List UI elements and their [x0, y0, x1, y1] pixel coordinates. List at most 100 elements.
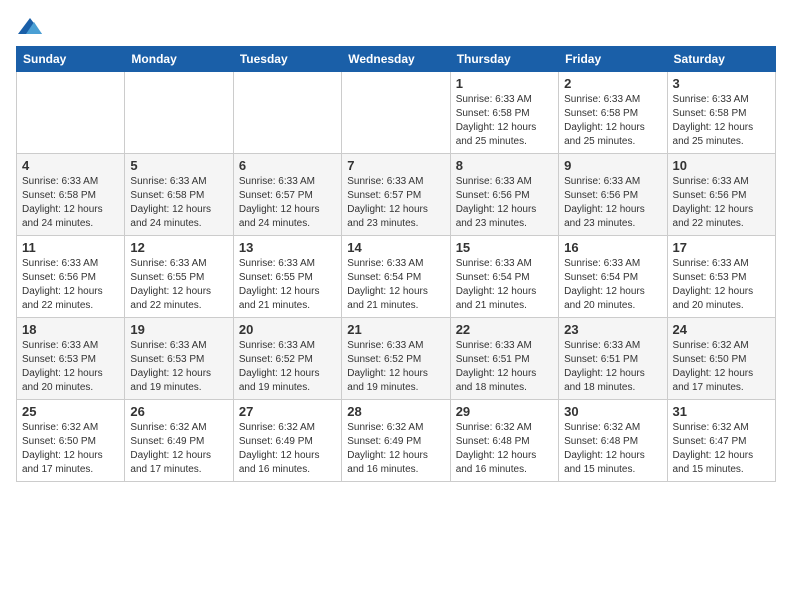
day-number: 27 [239, 404, 336, 419]
calendar-week-row: 18 Sunrise: 6:33 AM Sunset: 6:53 PM Dayli… [17, 318, 776, 400]
calendar-cell: 15 Sunrise: 6:33 AM Sunset: 6:54 PM Dayli… [450, 236, 558, 318]
day-info: Sunrise: 6:32 AM Sunset: 6:50 PM Dayligh… [673, 339, 770, 395]
day-info: Sunrise: 6:33 AM Sunset: 6:56 PM Dayligh… [564, 175, 661, 231]
day-number: 21 [347, 322, 444, 337]
day-number: 6 [239, 158, 336, 173]
day-number: 12 [130, 240, 227, 255]
day-number: 23 [564, 322, 661, 337]
calendar-cell: 24 Sunrise: 6:32 AM Sunset: 6:50 PM Dayli… [667, 318, 775, 400]
calendar-cell: 22 Sunrise: 6:33 AM Sunset: 6:51 PM Dayli… [450, 318, 558, 400]
day-info: Sunrise: 6:33 AM Sunset: 6:54 PM Dayligh… [456, 257, 553, 313]
day-info: Sunrise: 6:33 AM Sunset: 6:56 PM Dayligh… [673, 175, 770, 231]
day-info: Sunrise: 6:33 AM Sunset: 6:52 PM Dayligh… [347, 339, 444, 395]
day-number: 25 [22, 404, 119, 419]
calendar-day-header: Tuesday [233, 47, 341, 72]
day-info: Sunrise: 6:32 AM Sunset: 6:49 PM Dayligh… [239, 421, 336, 477]
calendar-cell [17, 72, 125, 154]
day-info: Sunrise: 6:32 AM Sunset: 6:50 PM Dayligh… [22, 421, 119, 477]
calendar-cell [233, 72, 341, 154]
day-number: 29 [456, 404, 553, 419]
day-info: Sunrise: 6:33 AM Sunset: 6:53 PM Dayligh… [673, 257, 770, 313]
calendar-cell: 20 Sunrise: 6:33 AM Sunset: 6:52 PM Dayli… [233, 318, 341, 400]
calendar-cell: 11 Sunrise: 6:33 AM Sunset: 6:56 PM Dayli… [17, 236, 125, 318]
calendar-day-header: Saturday [667, 47, 775, 72]
calendar-cell: 9 Sunrise: 6:33 AM Sunset: 6:56 PM Daylig… [559, 154, 667, 236]
day-info: Sunrise: 6:33 AM Sunset: 6:54 PM Dayligh… [564, 257, 661, 313]
calendar-cell: 13Sunrise: 6:33 AM Sunset: 6:55 PM Dayli… [233, 236, 341, 318]
calendar-cell: 25 Sunrise: 6:32 AM Sunset: 6:50 PM Dayli… [17, 400, 125, 482]
calendar-cell: 17 Sunrise: 6:33 AM Sunset: 6:53 PM Dayli… [667, 236, 775, 318]
calendar-cell: 4 Sunrise: 6:33 AM Sunset: 6:58 PM Daylig… [17, 154, 125, 236]
day-number: 26 [130, 404, 227, 419]
day-info: Sunrise: 6:33 AM Sunset: 6:58 PM Dayligh… [673, 93, 770, 149]
day-number: 4 [22, 158, 119, 173]
day-number: 28 [347, 404, 444, 419]
day-number: 11 [22, 240, 119, 255]
calendar-day-header: Wednesday [342, 47, 450, 72]
calendar-cell: 31Sunrise: 6:32 AM Sunset: 6:47 PM Dayli… [667, 400, 775, 482]
calendar-cell: 18 Sunrise: 6:33 AM Sunset: 6:53 PM Dayli… [17, 318, 125, 400]
calendar-cell: 27 Sunrise: 6:32 AM Sunset: 6:49 PM Dayli… [233, 400, 341, 482]
calendar-cell: 28 Sunrise: 6:32 AM Sunset: 6:49 PM Dayli… [342, 400, 450, 482]
day-number: 16 [564, 240, 661, 255]
calendar-cell: 2 Sunrise: 6:33 AM Sunset: 6:58 PM Daylig… [559, 72, 667, 154]
calendar-cell: 16 Sunrise: 6:33 AM Sunset: 6:54 PM Dayli… [559, 236, 667, 318]
day-info: Sunrise: 6:33 AM Sunset: 6:53 PM Dayligh… [22, 339, 119, 395]
day-number: 24 [673, 322, 770, 337]
day-info: Sunrise: 6:33 AM Sunset: 6:52 PM Dayligh… [239, 339, 336, 395]
day-info: Sunrise: 6:32 AM Sunset: 6:49 PM Dayligh… [347, 421, 444, 477]
day-number: 9 [564, 158, 661, 173]
day-info: Sunrise: 6:32 AM Sunset: 6:49 PM Dayligh… [130, 421, 227, 477]
day-number: 13 [239, 240, 336, 255]
calendar-day-header: Friday [559, 47, 667, 72]
day-number: 22 [456, 322, 553, 337]
calendar-day-header: Monday [125, 47, 233, 72]
calendar-week-row: 25 Sunrise: 6:32 AM Sunset: 6:50 PM Dayli… [17, 400, 776, 482]
calendar-cell: 10 Sunrise: 6:33 AM Sunset: 6:56 PM Dayli… [667, 154, 775, 236]
day-number: 1 [456, 76, 553, 91]
day-number: 18 [22, 322, 119, 337]
calendar-cell [125, 72, 233, 154]
calendar-cell: 3Sunrise: 6:33 AM Sunset: 6:58 PM Daylig… [667, 72, 775, 154]
calendar-cell: 6 Sunrise: 6:33 AM Sunset: 6:57 PM Daylig… [233, 154, 341, 236]
calendar-cell [342, 72, 450, 154]
day-info: Sunrise: 6:33 AM Sunset: 6:56 PM Dayligh… [22, 257, 119, 313]
logo-icon [16, 16, 44, 38]
day-number: 10 [673, 158, 770, 173]
calendar-cell: 7 Sunrise: 6:33 AM Sunset: 6:57 PM Daylig… [342, 154, 450, 236]
day-number: 31 [673, 404, 770, 419]
day-info: Sunrise: 6:33 AM Sunset: 6:51 PM Dayligh… [564, 339, 661, 395]
day-number: 2 [564, 76, 661, 91]
calendar-week-row: 1 Sunrise: 6:33 AM Sunset: 6:58 PM Daylig… [17, 72, 776, 154]
day-info: Sunrise: 6:32 AM Sunset: 6:48 PM Dayligh… [564, 421, 661, 477]
day-info: Sunrise: 6:33 AM Sunset: 6:55 PM Dayligh… [130, 257, 227, 313]
day-info: Sunrise: 6:33 AM Sunset: 6:56 PM Dayligh… [456, 175, 553, 231]
day-number: 20 [239, 322, 336, 337]
day-number: 14 [347, 240, 444, 255]
day-info: Sunrise: 6:33 AM Sunset: 6:57 PM Dayligh… [347, 175, 444, 231]
day-number: 7 [347, 158, 444, 173]
day-number: 15 [456, 240, 553, 255]
day-info: Sunrise: 6:32 AM Sunset: 6:48 PM Dayligh… [456, 421, 553, 477]
day-info: Sunrise: 6:33 AM Sunset: 6:53 PM Dayligh… [130, 339, 227, 395]
day-info: Sunrise: 6:33 AM Sunset: 6:57 PM Dayligh… [239, 175, 336, 231]
calendar-cell: 21 Sunrise: 6:33 AM Sunset: 6:52 PM Dayli… [342, 318, 450, 400]
calendar-week-row: 4 Sunrise: 6:33 AM Sunset: 6:58 PM Daylig… [17, 154, 776, 236]
day-number: 19 [130, 322, 227, 337]
day-number: 17 [673, 240, 770, 255]
day-info: Sunrise: 6:33 AM Sunset: 6:58 PM Dayligh… [22, 175, 119, 231]
day-info: Sunrise: 6:33 AM Sunset: 6:54 PM Dayligh… [347, 257, 444, 313]
logo [16, 16, 48, 38]
calendar-table: SundayMondayTuesdayWednesdayThursdayFrid… [16, 46, 776, 482]
day-info: Sunrise: 6:33 AM Sunset: 6:58 PM Dayligh… [130, 175, 227, 231]
calendar-cell: 1Sunrise: 6:33 AM Sunset: 6:58 PM Daylig… [450, 72, 558, 154]
calendar-cell: 29 Sunrise: 6:32 AM Sunset: 6:48 PM Dayli… [450, 400, 558, 482]
calendar-cell: 5Sunrise: 6:33 AM Sunset: 6:58 PM Daylig… [125, 154, 233, 236]
calendar-cell: 12 Sunrise: 6:33 AM Sunset: 6:55 PM Dayli… [125, 236, 233, 318]
calendar-day-header: Thursday [450, 47, 558, 72]
calendar-cell: 26 Sunrise: 6:32 AM Sunset: 6:49 PM Dayli… [125, 400, 233, 482]
day-info: Sunrise: 6:33 AM Sunset: 6:51 PM Dayligh… [456, 339, 553, 395]
calendar-cell: 14 Sunrise: 6:33 AM Sunset: 6:54 PM Dayli… [342, 236, 450, 318]
day-info: Sunrise: 6:33 AM Sunset: 6:58 PM Dayligh… [564, 93, 661, 149]
calendar-cell: 19 Sunrise: 6:33 AM Sunset: 6:53 PM Dayli… [125, 318, 233, 400]
